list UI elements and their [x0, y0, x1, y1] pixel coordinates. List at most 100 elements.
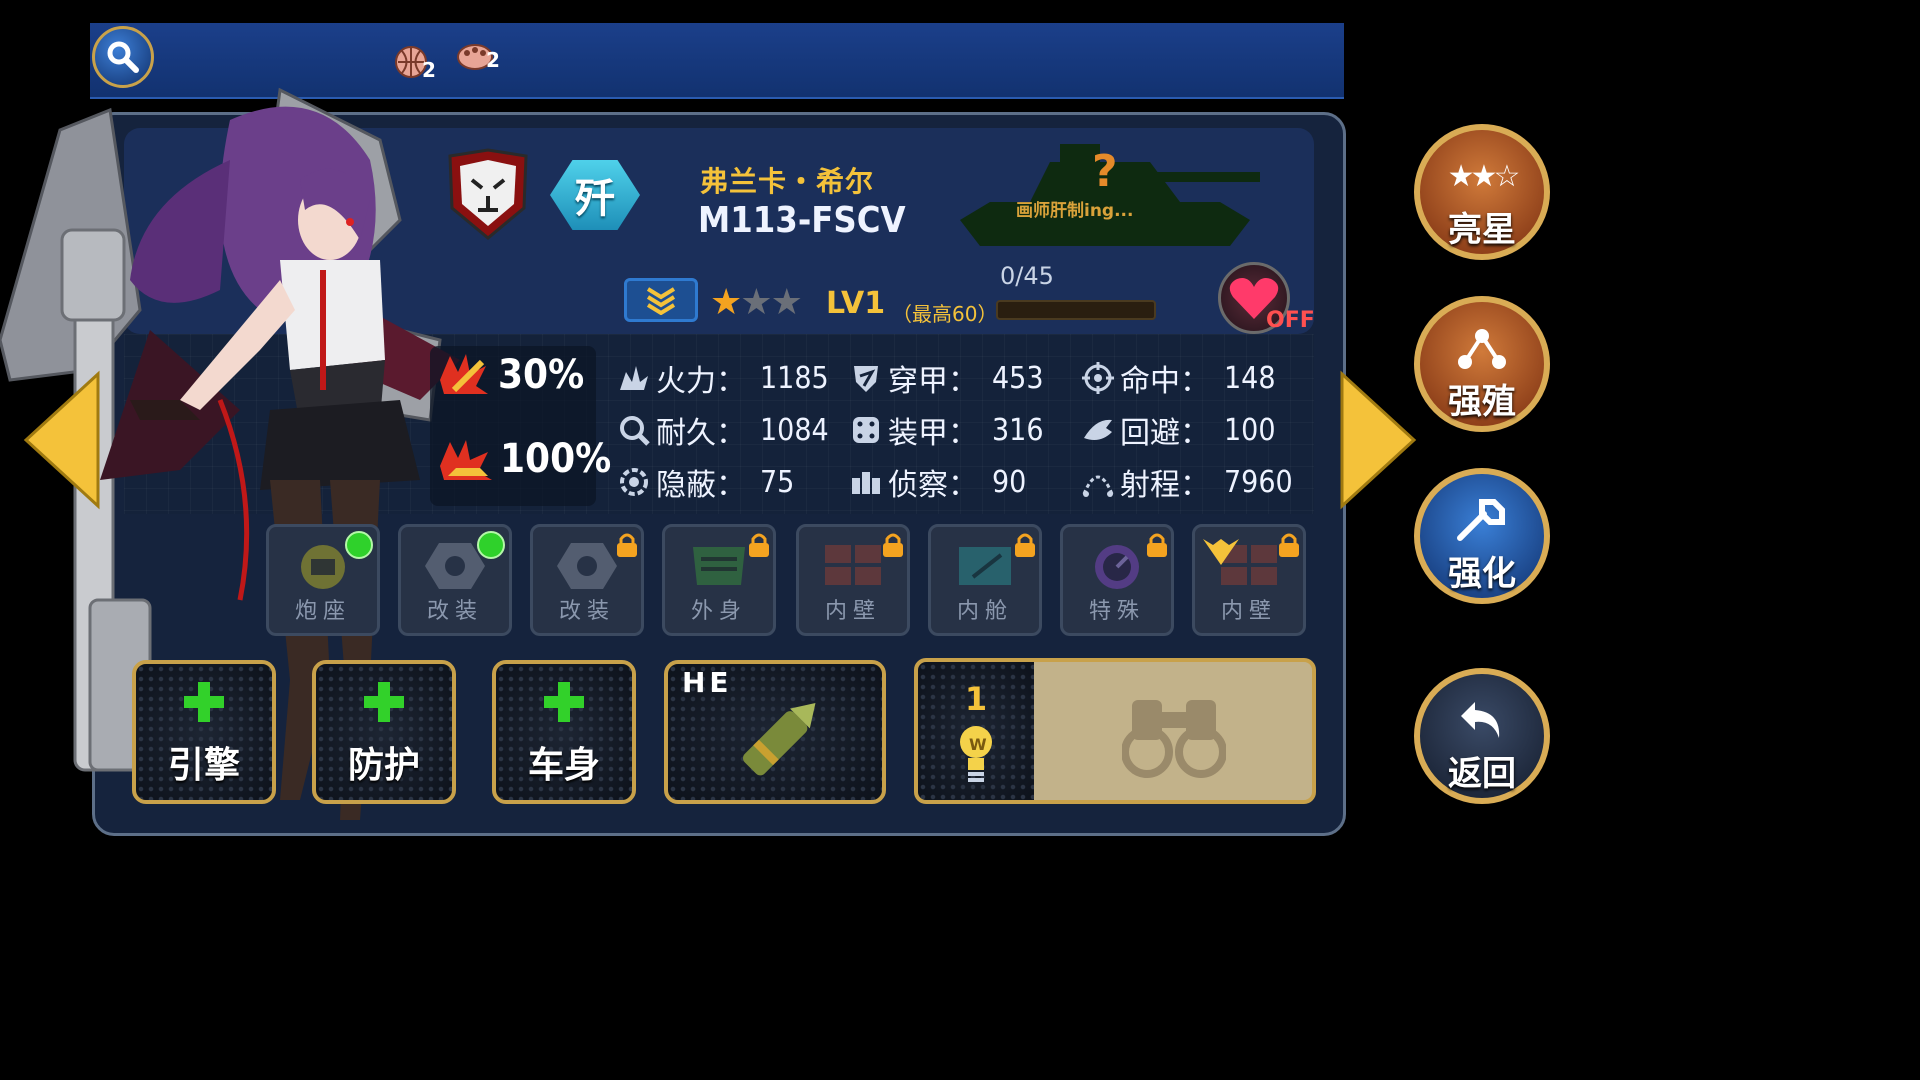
stars-icon: ★★☆ — [1447, 158, 1521, 194]
back-label: 返回 — [1448, 754, 1516, 794]
slot-mod-1[interactable]: 改装 — [398, 524, 512, 636]
inner-wall-icon — [825, 545, 881, 585]
stat-value: 316 — [992, 412, 1044, 448]
stat-label: 隐蔽： — [656, 468, 746, 503]
slot-exterior[interactable]: 外身 — [662, 524, 776, 636]
stat-label: 耐久： — [656, 416, 746, 451]
slot-cabin[interactable]: 内舱 — [928, 524, 1042, 636]
star-up-button[interactable]: ★★☆ 亮星 — [1414, 124, 1550, 260]
exp-text: 0/45 — [1000, 262, 1054, 290]
crit-bonus-value: 30% — [498, 352, 585, 398]
stat-label: 命中： — [1120, 364, 1210, 399]
prev-tank-arrow[interactable] — [22, 370, 102, 510]
stat-label: 火力： — [656, 364, 746, 399]
hull-label: 车身 — [527, 745, 600, 786]
penetration-icon — [850, 362, 882, 394]
bulb-icon: W — [960, 726, 992, 782]
lock-icon — [1015, 533, 1035, 557]
chevron-rank-icon — [646, 287, 676, 315]
range-icon — [1082, 466, 1114, 498]
slot-label: 外身 — [690, 599, 747, 624]
slot-gun-mount[interactable]: 炮座 — [266, 524, 380, 636]
stat-value: 1185 — [760, 360, 829, 396]
max-level-text: （最高60） — [892, 302, 998, 326]
hull-button[interactable]: 车身 — [492, 660, 636, 804]
slot-inner-wall-2[interactable]: 内壁 — [1192, 524, 1306, 636]
stat-range: 射程： 7960 — [1082, 460, 1293, 504]
wrench-icon — [1452, 498, 1512, 542]
resource-palette: 2 — [456, 42, 500, 72]
stat-stealth: 隐蔽： 75 — [618, 460, 794, 504]
ready-indicator — [477, 531, 505, 559]
stat-value: 7960 — [1224, 464, 1293, 500]
plus-icon — [544, 682, 584, 722]
tiger-emblem-icon — [448, 148, 528, 240]
tank-damage-icon — [440, 440, 492, 480]
recon-icon — [850, 466, 882, 498]
eagle-emblem-icon — [1203, 539, 1239, 565]
stat-durability: 耐久： 1084 — [618, 408, 829, 452]
lock-icon — [749, 533, 769, 557]
lock-icon — [1147, 533, 1167, 557]
skill-point-count: 1 — [964, 680, 988, 718]
slot-mod-2[interactable]: 改装 — [530, 524, 644, 636]
gauge-icon — [1095, 545, 1139, 589]
stat-value: 453 — [992, 360, 1044, 396]
svg-text:W: W — [969, 735, 987, 754]
slot-label: 内舱 — [956, 599, 1013, 624]
star-up-label: 亮星 — [1448, 210, 1516, 250]
stat-label: 装甲： — [888, 416, 978, 451]
slot-label: 改装 — [558, 599, 615, 624]
lock-icon — [1279, 533, 1299, 557]
exterior-plate-icon — [693, 547, 745, 585]
firepower-icon — [618, 362, 650, 394]
plus-icon — [184, 682, 224, 722]
class-badge-label: 歼 — [550, 160, 640, 230]
back-arrow-icon — [1452, 698, 1512, 742]
star-empty-icon: ★ — [770, 282, 803, 323]
star-rating: ★★★ — [710, 282, 803, 323]
cultivate-label: 强殖 — [1448, 382, 1516, 422]
back-button[interactable]: 返回 — [1414, 668, 1550, 804]
slot-label: 炮座 — [294, 599, 351, 624]
lock-icon — [883, 533, 903, 557]
stat-value: 90 — [992, 464, 1027, 500]
stat-value: 148 — [1224, 360, 1276, 396]
engine-button[interactable]: 引擎 — [132, 660, 276, 804]
engine-label: 引擎 — [167, 745, 240, 786]
search-button[interactable] — [92, 26, 154, 88]
nut-icon — [557, 543, 617, 589]
stat-label: 穿甲： — [888, 364, 978, 399]
tank-model: M113-FSCV — [698, 200, 906, 241]
ball-count: 2 — [422, 58, 436, 82]
slot-inner-wall-1[interactable]: 内壁 — [796, 524, 910, 636]
stat-accuracy: 命中： 148 — [1082, 356, 1276, 400]
search-icon — [107, 41, 139, 73]
level-text: LV1 — [826, 286, 886, 321]
accuracy-icon — [1082, 362, 1114, 394]
armor-icon — [850, 414, 882, 446]
slot-special[interactable]: 特殊 — [1060, 524, 1174, 636]
crit-icon — [440, 354, 488, 394]
damage-bonus-value: 100% — [500, 436, 612, 482]
slot-label: 内壁 — [824, 599, 881, 624]
cultivate-button[interactable]: 强殖 — [1414, 296, 1550, 432]
enhance-button[interactable]: 强化 — [1414, 468, 1550, 604]
ammo-button[interactable]: HE — [664, 660, 886, 804]
exp-bar — [996, 300, 1156, 320]
ready-indicator — [345, 531, 373, 559]
tank-silhouette-image: ? — [960, 144, 1260, 246]
stat-penetration: 穿甲： 453 — [850, 356, 1044, 400]
stat-recon: 侦察： 90 — [850, 460, 1026, 504]
plus-icon — [364, 682, 404, 722]
next-tank-arrow[interactable] — [1338, 370, 1418, 510]
shell-icon — [743, 702, 816, 776]
recon-slot[interactable]: 1 W — [914, 658, 1316, 804]
protection-button[interactable]: 防护 — [312, 660, 456, 804]
binoculars-icon — [1122, 700, 1226, 778]
palette-count: 2 — [486, 48, 500, 72]
protection-label: 防护 — [347, 745, 420, 786]
slot-label: 特殊 — [1088, 599, 1145, 624]
stealth-icon — [618, 466, 650, 498]
skill-point-panel: 1 W — [918, 662, 1034, 800]
